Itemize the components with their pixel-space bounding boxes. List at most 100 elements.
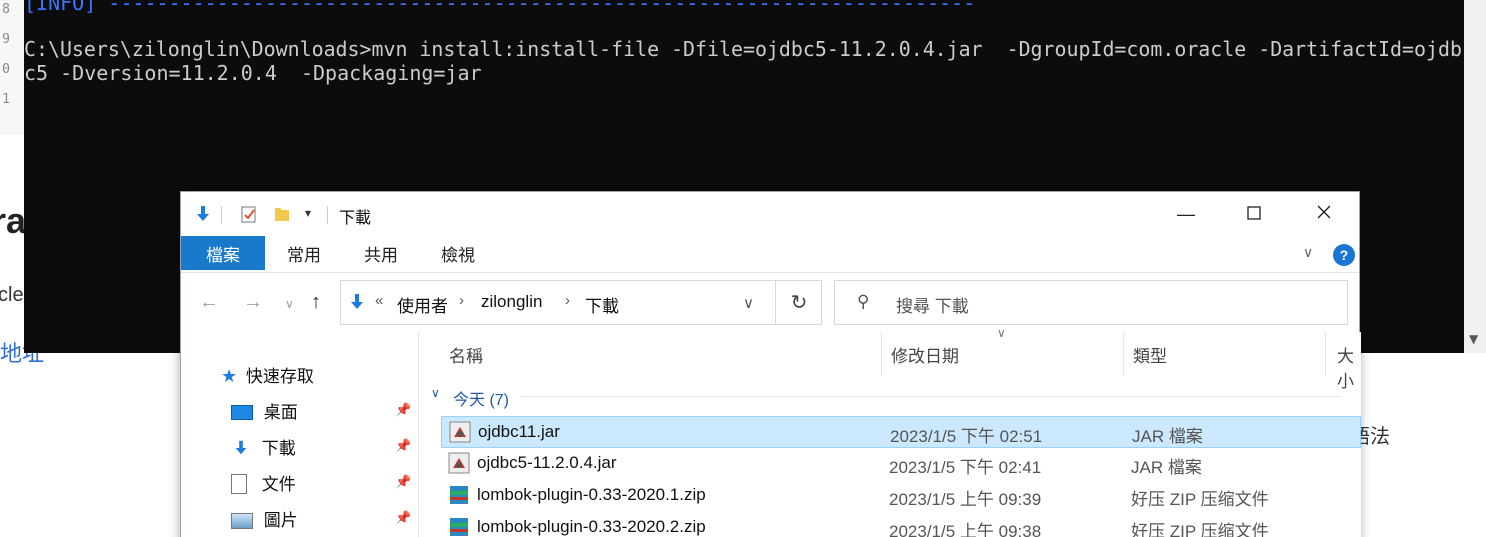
file-name: lombok-plugin-0.33-2020.1.zip xyxy=(477,485,706,504)
zip-icon xyxy=(447,515,471,537)
new-folder-icon[interactable] xyxy=(273,204,291,229)
code-gutter: 8 9 0 1 xyxy=(0,0,24,135)
column-divider[interactable] xyxy=(881,332,882,376)
window-title: 下載 xyxy=(339,210,372,227)
search-input[interactable]: 搜尋 下載 xyxy=(896,292,969,317)
file-row[interactable]: ojdbc11.jar 2023/1/5 下午 02:51 JAR 檔案 xyxy=(441,416,1361,448)
terminal-scrollbar[interactable]: ▼ xyxy=(1464,0,1486,353)
tab-share[interactable]: 共用 xyxy=(351,236,411,270)
maximize-button[interactable] xyxy=(1219,192,1289,236)
help-button[interactable]: ? xyxy=(1333,244,1355,266)
expand-ribbon-icon[interactable]: ∨ xyxy=(1303,244,1313,261)
jar-icon xyxy=(447,451,471,480)
file-date: 2023/1/5 上午 09:38 xyxy=(889,522,1042,537)
sidebar-item-label: 圖片 xyxy=(263,511,298,530)
tab-home[interactable]: 常用 xyxy=(273,236,335,270)
line-number: 8 xyxy=(2,2,10,17)
download-icon xyxy=(231,439,251,458)
search-box[interactable]: ⚲ 搜尋 下載 xyxy=(834,280,1348,325)
document-icon xyxy=(231,474,247,494)
ribbon: 檔案 常用 共用 檢視 xyxy=(181,236,1359,272)
column-header-date[interactable]: 修改日期 xyxy=(891,342,959,367)
line-number: 9 xyxy=(2,32,10,47)
file-type: 好压 ZIP 压缩文件 xyxy=(1131,522,1269,537)
tab-file[interactable]: 檔案 xyxy=(181,236,265,270)
sidebar-item-label: 快速存取 xyxy=(245,367,314,386)
file-name: ojdbc11.jar xyxy=(478,422,560,441)
sidebar-item-pictures[interactable]: 圖片 xyxy=(231,506,298,531)
column-header-name[interactable]: 名稱 xyxy=(449,342,483,367)
minimize-icon: — xyxy=(1177,203,1195,224)
file-explorer-window[interactable]: ▾ 下載 — 檔案 常用 共用 檢視 ∨ ? ← → ∨ ↑ « 使用者 › z… xyxy=(180,191,1361,537)
column-divider[interactable] xyxy=(1123,332,1124,376)
group-divider xyxy=(521,396,1341,397)
file-type: 好压 ZIP 压缩文件 xyxy=(1131,490,1269,509)
sidebar-item-documents[interactable]: 文件 xyxy=(231,470,296,495)
separator xyxy=(221,206,222,224)
up-icon[interactable]: ↑ xyxy=(311,291,321,314)
address-dropdown-icon[interactable]: ∨ xyxy=(743,294,754,312)
column-header-size[interactable]: 大小 xyxy=(1337,342,1361,392)
line-number: 1 xyxy=(2,92,10,107)
chevron-right-icon[interactable]: › xyxy=(459,292,464,309)
breadcrumb-downloads[interactable]: 下載 xyxy=(585,292,619,317)
sidebar-item-label: 文件 xyxy=(261,475,296,494)
page-heading: ra xyxy=(0,200,27,241)
sidebar-item-label: 下載 xyxy=(261,439,296,458)
refresh-button[interactable]: ↻ xyxy=(775,281,822,324)
file-date: 2023/1/5 下午 02:51 xyxy=(890,427,1043,446)
chevron-right-icon[interactable]: › xyxy=(565,292,570,309)
breadcrumb-zilonglin[interactable]: zilonglin xyxy=(481,292,542,312)
search-icon: ⚲ xyxy=(857,292,870,311)
forward-icon[interactable]: → xyxy=(243,291,263,314)
file-row[interactable]: lombok-plugin-0.33-2020.1.zip 2023/1/5 上… xyxy=(441,480,1361,512)
column-divider[interactable] xyxy=(1325,332,1326,376)
terminal-line: c5 -Dversion=11.2.0.4 -Dpackaging=jar xyxy=(24,61,482,85)
file-date: 2023/1/5 上午 09:39 xyxy=(889,490,1042,509)
pin-icon: 📌 xyxy=(395,402,412,417)
separator xyxy=(327,206,328,224)
close-icon xyxy=(1316,204,1332,225)
zip-icon xyxy=(447,483,471,512)
breadcrumb-users[interactable]: 使用者 xyxy=(397,292,448,317)
file-type: JAR 檔案 xyxy=(1132,427,1203,446)
screen: 8 9 0 1 ra cle 地址 語法 [INFO] ------------… xyxy=(0,0,1486,537)
sidebar-item-quick-access[interactable]: ★ 快速存取 xyxy=(221,362,314,387)
file-type: JAR 檔案 xyxy=(1131,458,1202,477)
tab-view[interactable]: 檢視 xyxy=(427,236,489,270)
refresh-icon: ↻ xyxy=(790,292,808,314)
back-icon[interactable]: ← xyxy=(199,291,219,314)
star-icon: ★ xyxy=(221,366,238,386)
maximize-icon xyxy=(1247,204,1261,225)
navigation-pane: ★ 快速存取 桌面 📌 下載 📌 文件 📌 圖片 📌 xyxy=(181,332,419,537)
file-name: lombok-plugin-0.33-2020.2.zip xyxy=(477,517,706,536)
file-row[interactable]: lombok-plugin-0.33-2020.2.zip 2023/1/5 上… xyxy=(441,512,1361,537)
navigation-bar: ← → ∨ ↑ « 使用者 › zilonglin › 下載 ∨ ↻ ⚲ 搜尋 … xyxy=(181,272,1359,332)
overflow-icon[interactable]: « xyxy=(375,292,383,309)
pin-icon: 📌 xyxy=(395,438,412,453)
chevron-down-icon[interactable]: ▾ xyxy=(305,206,311,220)
sidebar-item-downloads[interactable]: 下載 xyxy=(231,434,296,459)
terminal-line: C:\Users\zilonglin\Downloads>mvn install… xyxy=(24,37,1462,61)
file-list: 名稱 ∨ 修改日期 類型 大小 ∨ 今天 (7) ojdbc11.jar 202… xyxy=(419,326,1361,537)
page-text: cle xyxy=(0,284,24,306)
download-arrow-icon[interactable] xyxy=(193,204,213,229)
group-header-today[interactable]: 今天 (7) xyxy=(453,386,509,410)
file-row[interactable]: ojdbc5-11.2.0.4.jar 2023/1/5 下午 02:41 JA… xyxy=(441,448,1361,480)
address-bar[interactable]: « 使用者 › zilonglin › 下載 ∨ ↻ xyxy=(340,280,822,325)
pin-icon: 📌 xyxy=(395,510,412,525)
title-bar[interactable]: ▾ 下載 — xyxy=(181,192,1359,236)
close-button[interactable] xyxy=(1289,192,1359,236)
line-number: 0 xyxy=(2,62,10,77)
pictures-icon xyxy=(231,513,253,529)
sidebar-item-label: 桌面 xyxy=(263,403,298,422)
file-name: ojdbc5-11.2.0.4.jar xyxy=(477,453,617,472)
column-header-type[interactable]: 類型 xyxy=(1133,342,1167,367)
recent-chevron-icon[interactable]: ∨ xyxy=(285,297,294,311)
minimize-button[interactable]: — xyxy=(1151,192,1221,236)
sidebar-item-desktop[interactable]: 桌面 xyxy=(231,398,298,423)
properties-icon[interactable] xyxy=(239,204,259,229)
file-date: 2023/1/5 下午 02:41 xyxy=(889,458,1042,477)
scroll-down-icon[interactable]: ▼ xyxy=(1469,332,1478,346)
collapse-group-icon[interactable]: ∨ xyxy=(431,386,440,400)
